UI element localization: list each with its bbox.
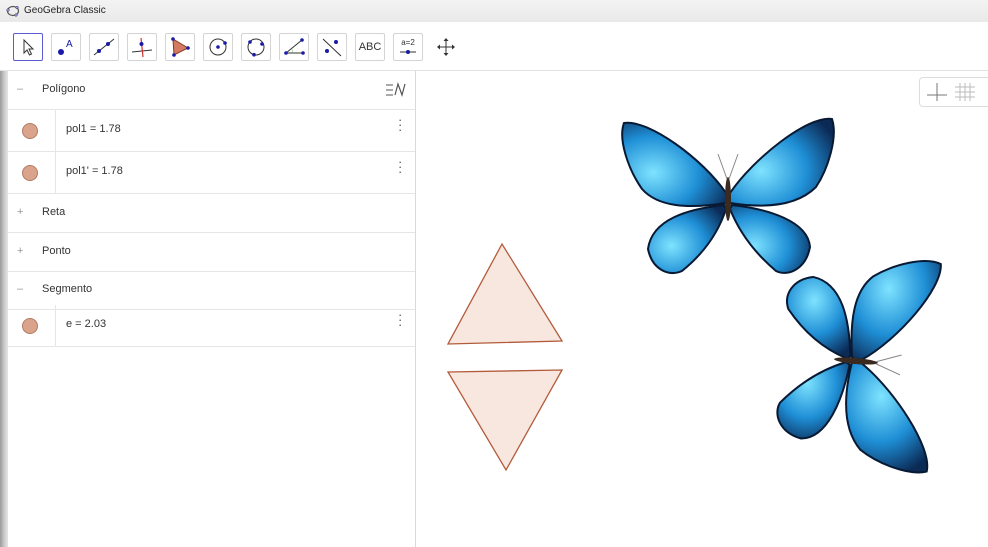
- perpendicular-line-tool-button[interactable]: [127, 33, 157, 61]
- group-name: Segmento: [42, 283, 93, 295]
- polygon-icon: [171, 37, 190, 57]
- graphics-canvas[interactable]: [416, 71, 988, 547]
- circle-center-icon: [209, 38, 227, 56]
- toolbar: A ABC a=2: [0, 22, 988, 71]
- move-arrows-icon: [437, 38, 455, 56]
- expand-sign: +: [17, 206, 24, 218]
- divider: [55, 152, 56, 193]
- more-options-icon[interactable]: · · ·: [398, 113, 402, 136]
- collapse-sign: –: [17, 283, 24, 295]
- text-tool-button[interactable]: ABC: [355, 33, 385, 61]
- item-expression[interactable]: pol1' = 1.78: [66, 165, 123, 177]
- svg-text:A: A: [66, 39, 73, 50]
- sort-button[interactable]: [380, 75, 412, 105]
- point-tool-button[interactable]: A: [51, 33, 81, 61]
- graphics-view[interactable]: [416, 71, 988, 547]
- text-tool-label: ABC: [358, 41, 382, 53]
- window-left-shadow: [0, 22, 8, 547]
- algebra-item-e[interactable]: e = 2.03 · · ·: [8, 305, 415, 347]
- divider: [55, 305, 56, 346]
- circle-three-points-tool-button[interactable]: [241, 33, 271, 61]
- algebra-view: – Polígono pol1 = 1.78 · · · pol1' = 1.78 …: [8, 71, 416, 547]
- more-options-icon[interactable]: · · ·: [398, 155, 402, 178]
- polygon-pol1[interactable]: [446, 242, 564, 345]
- window-title: GeoGebra Classic: [24, 5, 106, 16]
- reflect-line-icon: [322, 38, 342, 57]
- polygon-pol1-prime[interactable]: [446, 369, 564, 472]
- divider: [55, 110, 56, 151]
- circle-three-points-icon: [247, 38, 265, 57]
- group-header-ponto[interactable]: + Ponto: [8, 233, 415, 272]
- perpendicular-line-icon: [131, 37, 153, 58]
- group-name: Ponto: [42, 245, 71, 257]
- polygon-tool-button[interactable]: [165, 33, 195, 61]
- geogebra-logo-icon: [6, 5, 20, 17]
- move-graphics-view-tool-button[interactable]: [431, 33, 461, 61]
- algebra-item-pol1-prime[interactable]: pol1' = 1.78 · · ·: [8, 152, 415, 194]
- slider-tool-button[interactable]: a=2: [393, 33, 423, 61]
- butterfly-image-top[interactable]: [621, 117, 835, 274]
- group-header-poligono[interactable]: – Polígono: [8, 71, 415, 110]
- line-tool-button[interactable]: [89, 33, 119, 61]
- group-name: Reta: [42, 206, 66, 218]
- group-header-reta[interactable]: + Reta: [8, 194, 415, 233]
- visibility-toggle[interactable]: [22, 123, 38, 139]
- angle-tool-button[interactable]: [279, 33, 309, 61]
- butterfly-image-bottom[interactable]: [773, 249, 945, 474]
- move-tool-button[interactable]: [13, 33, 43, 61]
- angle-icon: [284, 38, 305, 55]
- item-expression[interactable]: e = 2.03: [66, 318, 106, 330]
- visibility-toggle[interactable]: [22, 165, 38, 181]
- sort-algebra-icon: [386, 82, 406, 97]
- collapse-sign: –: [17, 83, 24, 95]
- title-bar: GeoGebra Classic: [0, 0, 988, 23]
- line-icon: [93, 38, 115, 56]
- more-options-icon[interactable]: · · ·: [398, 308, 402, 331]
- expand-sign: +: [17, 245, 24, 257]
- reflect-about-line-tool-button[interactable]: [317, 33, 347, 61]
- visibility-toggle[interactable]: [22, 318, 38, 334]
- point-icon: A: [58, 39, 73, 55]
- item-expression[interactable]: pol1 = 1.78: [66, 123, 121, 135]
- cursor-arrow-icon: [23, 38, 35, 56]
- slider-icon: [400, 50, 416, 54]
- group-name: Polígono: [42, 83, 86, 95]
- algebra-item-pol1[interactable]: pol1 = 1.78 · · ·: [8, 110, 415, 152]
- circle-center-point-tool-button[interactable]: [203, 33, 233, 61]
